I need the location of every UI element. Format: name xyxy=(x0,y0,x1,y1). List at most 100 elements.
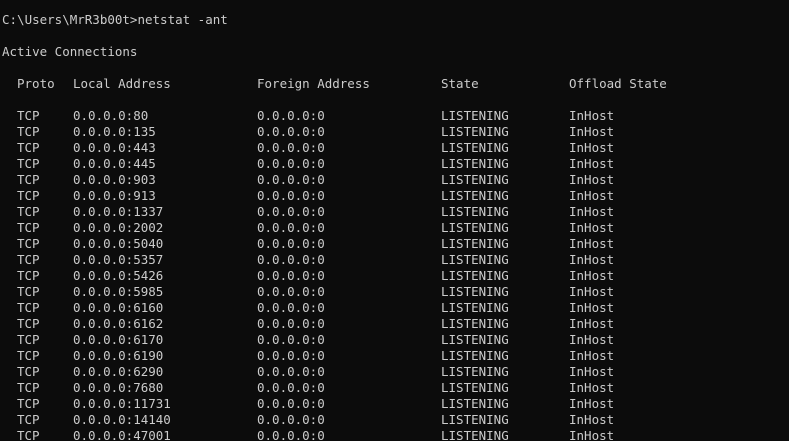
row-foreign-address: 0.0.0.0:0 xyxy=(257,412,325,427)
row-foreign-address: 0.0.0.0:0 xyxy=(257,348,325,363)
row-state: LISTENING xyxy=(441,396,509,411)
row-state: LISTENING xyxy=(441,428,509,441)
row-foreign-address: 0.0.0.0:0 xyxy=(257,108,325,123)
row-local-address: 0.0.0.0:913 xyxy=(73,188,156,203)
table-row: TCP 0.0.0.0:5357 0.0.0.0:0 LISTENING InHost xyxy=(0,252,789,268)
table-row: TCP 0.0.0.0:6190 0.0.0.0:0 LISTENING InHost xyxy=(0,348,789,364)
row-offload-state: InHost xyxy=(569,380,615,395)
row-proto: TCP xyxy=(17,316,40,331)
row-local-address: 0.0.0.0:6160 xyxy=(73,300,164,315)
row-local-address: 0.0.0.0:6190 xyxy=(73,348,164,363)
row-proto: TCP xyxy=(17,332,40,347)
row-local-address: 0.0.0.0:80 xyxy=(73,108,149,123)
row-offload-state: InHost xyxy=(569,332,615,347)
column-header-state: State xyxy=(441,76,479,91)
row-local-address: 0.0.0.0:903 xyxy=(73,172,156,187)
row-state: LISTENING xyxy=(441,252,509,267)
row-local-address: 0.0.0.0:1337 xyxy=(73,204,164,219)
table-row: TCP 0.0.0.0:445 0.0.0.0:0 LISTENING InHost xyxy=(0,156,789,172)
table-row: TCP 0.0.0.0:1337 0.0.0.0:0 LISTENING InHost xyxy=(0,204,789,220)
row-state: LISTENING xyxy=(441,332,509,347)
row-proto: TCP xyxy=(17,300,40,315)
row-offload-state: InHost xyxy=(569,396,615,411)
row-local-address: 0.0.0.0:445 xyxy=(73,156,156,171)
row-state: LISTENING xyxy=(441,188,509,203)
table-row: TCP 0.0.0.0:135 0.0.0.0:0 LISTENING InHost xyxy=(0,124,789,140)
row-proto: TCP xyxy=(17,220,40,235)
row-state: LISTENING xyxy=(441,364,509,379)
row-local-address: 0.0.0.0:5357 xyxy=(73,252,164,267)
row-foreign-address: 0.0.0.0:0 xyxy=(257,220,325,235)
row-state: LISTENING xyxy=(441,300,509,315)
row-local-address: 0.0.0.0:11731 xyxy=(73,396,171,411)
table-row: TCP 0.0.0.0:6160 0.0.0.0:0 LISTENING InHost xyxy=(0,300,789,316)
table-row: TCP 0.0.0.0:2002 0.0.0.0:0 LISTENING InHost xyxy=(0,220,789,236)
row-foreign-address: 0.0.0.0:0 xyxy=(257,140,325,155)
row-local-address: 0.0.0.0:47001 xyxy=(73,428,171,441)
row-local-address: 0.0.0.0:6170 xyxy=(73,332,164,347)
column-header-local-address: Local Address xyxy=(73,76,171,91)
column-header-proto: Proto xyxy=(17,76,55,91)
row-offload-state: InHost xyxy=(569,156,615,171)
row-proto: TCP xyxy=(17,124,40,139)
table-row: TCP 0.0.0.0:5426 0.0.0.0:0 LISTENING InHost xyxy=(0,268,789,284)
row-offload-state: InHost xyxy=(569,316,615,331)
row-proto: TCP xyxy=(17,108,40,123)
row-state: LISTENING xyxy=(441,236,509,251)
section-title: Active Connections xyxy=(2,44,138,59)
row-foreign-address: 0.0.0.0:0 xyxy=(257,316,325,331)
table-row: TCP 0.0.0.0:6290 0.0.0.0:0 LISTENING InHost xyxy=(0,364,789,380)
row-state: LISTENING xyxy=(441,284,509,299)
row-proto: TCP xyxy=(17,412,40,427)
row-state: LISTENING xyxy=(441,124,509,139)
row-foreign-address: 0.0.0.0:0 xyxy=(257,284,325,299)
row-foreign-address: 0.0.0.0:0 xyxy=(257,172,325,187)
table-row: TCP 0.0.0.0:903 0.0.0.0:0 LISTENING InHost xyxy=(0,172,789,188)
row-foreign-address: 0.0.0.0:0 xyxy=(257,300,325,315)
table-row: TCP 0.0.0.0:5040 0.0.0.0:0 LISTENING InHost xyxy=(0,236,789,252)
row-foreign-address: 0.0.0.0:0 xyxy=(257,364,325,379)
row-proto: TCP xyxy=(17,284,40,299)
row-state: LISTENING xyxy=(441,172,509,187)
row-foreign-address: 0.0.0.0:0 xyxy=(257,204,325,219)
row-proto: TCP xyxy=(17,428,40,441)
row-foreign-address: 0.0.0.0:0 xyxy=(257,268,325,283)
table-row: TCP 0.0.0.0:80 0.0.0.0:0 LISTENING InHost xyxy=(0,108,789,124)
row-state: LISTENING xyxy=(441,108,509,123)
row-proto: TCP xyxy=(17,204,40,219)
row-offload-state: InHost xyxy=(569,412,615,427)
row-local-address: 0.0.0.0:5426 xyxy=(73,268,164,283)
row-offload-state: InHost xyxy=(569,300,615,315)
row-foreign-address: 0.0.0.0:0 xyxy=(257,124,325,139)
column-header-foreign-address: Foreign Address xyxy=(257,76,370,91)
terminal-console[interactable]: C:\Users\MrR3b00t>netstat -ant Active Co… xyxy=(0,0,789,441)
row-offload-state: InHost xyxy=(569,188,615,203)
row-local-address: 0.0.0.0:135 xyxy=(73,124,156,139)
table-row: TCP 0.0.0.0:14140 0.0.0.0:0 LISTENING InHost xyxy=(0,412,789,428)
row-foreign-address: 0.0.0.0:0 xyxy=(257,236,325,251)
row-state: LISTENING xyxy=(441,140,509,155)
row-foreign-address: 0.0.0.0:0 xyxy=(257,332,325,347)
row-proto: TCP xyxy=(17,348,40,363)
column-header-offload-state: Offload State xyxy=(569,76,667,91)
row-local-address: 0.0.0.0:2002 xyxy=(73,220,164,235)
row-proto: TCP xyxy=(17,188,40,203)
row-local-address: 0.0.0.0:6162 xyxy=(73,316,164,331)
row-state: LISTENING xyxy=(441,204,509,219)
row-offload-state: InHost xyxy=(569,364,615,379)
row-local-address: 0.0.0.0:14140 xyxy=(73,412,171,427)
row-offload-state: InHost xyxy=(569,220,615,235)
row-foreign-address: 0.0.0.0:0 xyxy=(257,188,325,203)
table-row: TCP 0.0.0.0:443 0.0.0.0:0 LISTENING InHost xyxy=(0,140,789,156)
row-state: LISTENING xyxy=(441,156,509,171)
row-offload-state: InHost xyxy=(569,252,615,267)
row-proto: TCP xyxy=(17,236,40,251)
table-row: TCP 0.0.0.0:11731 0.0.0.0:0 LISTENING InHost xyxy=(0,396,789,412)
table-row: TCP 0.0.0.0:7680 0.0.0.0:0 LISTENING InHost xyxy=(0,380,789,396)
row-proto: TCP xyxy=(17,252,40,267)
row-local-address: 0.0.0.0:5985 xyxy=(73,284,164,299)
row-proto: TCP xyxy=(17,172,40,187)
row-proto: TCP xyxy=(17,396,40,411)
row-offload-state: InHost xyxy=(569,108,615,123)
row-foreign-address: 0.0.0.0:0 xyxy=(257,380,325,395)
